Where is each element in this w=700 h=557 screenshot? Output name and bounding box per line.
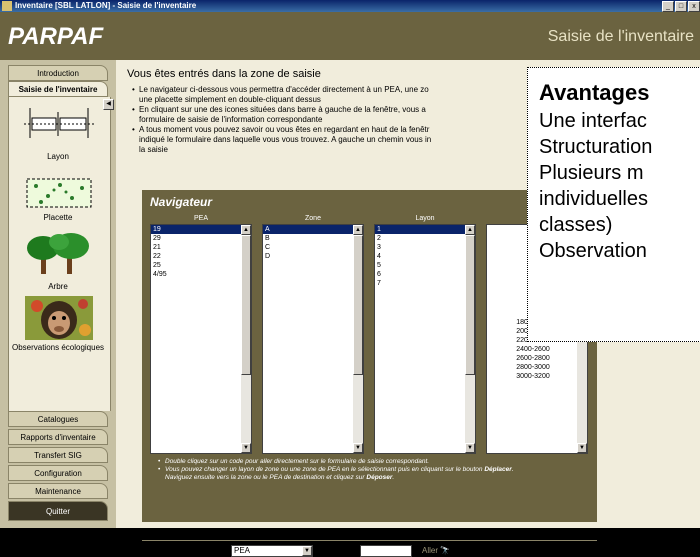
scroll-thumb[interactable] — [353, 235, 363, 375]
section-heading: Vous êtes entrés dans la zone de saisie — [127, 68, 321, 80]
app-header: PARPAF Saisie de l'inventaire — [0, 12, 700, 60]
scroll-thumb[interactable] — [465, 235, 475, 375]
list-item[interactable]: 21 — [151, 243, 241, 252]
list-item[interactable]: 7 — [375, 279, 465, 288]
list-item[interactable]: 1 — [375, 225, 465, 234]
list-item[interactable]: 25 — [151, 261, 241, 270]
list-item[interactable]: 29 — [151, 234, 241, 243]
scroll-down-icon[interactable]: ▼ — [241, 443, 251, 453]
tab-catalogues[interactable]: Catalogues — [8, 411, 108, 427]
vertical-scrollbar[interactable]: ▲▼ — [353, 225, 363, 453]
restore-button[interactable]: □ — [675, 1, 687, 12]
page-title: Saisie de l'inventaire — [547, 28, 694, 45]
advantage-line: Plusieurs m — [539, 162, 644, 184]
advantages-title: Avantages — [539, 80, 650, 105]
column-header: Zone — [305, 215, 321, 222]
binoculars-icon: 🔭 — [440, 546, 451, 555]
list-item[interactable]: 6 — [375, 270, 465, 279]
list-item[interactable]: 5 — [375, 261, 465, 270]
navigator-list[interactable]: A B C D ▲ ▼ — [262, 224, 364, 454]
scroll-down-icon[interactable]: ▼ — [353, 443, 363, 453]
layon-icon[interactable] — [22, 104, 96, 146]
tab-introduction[interactable]: Introduction — [8, 65, 108, 81]
navigator-title: Navigateur — [150, 195, 213, 209]
list-item[interactable]: 3 — [375, 243, 465, 252]
advantage-line: classes) — [539, 214, 613, 236]
tab-rapports-inventaire[interactable]: Rapports d'inventaire — [8, 429, 108, 445]
instructions: Le navigateur ci-dessous vous permettra … — [132, 85, 537, 155]
list-item[interactable]: 2800-3000 — [487, 363, 577, 372]
tab-saisie-inventaire[interactable]: Saisie de l'inventaire — [8, 81, 108, 97]
placette-label: Placette — [43, 213, 73, 222]
chevron-down-icon[interactable]: ▼ — [302, 546, 312, 556]
navigator-notes: Double cliquez sur un code pour aller di… — [158, 458, 588, 482]
window-title: Inventaire [SBL LATLON] - Saisie de l'in… — [15, 1, 197, 10]
scroll-up-icon[interactable]: ▲ — [241, 225, 251, 235]
list-item[interactable]: B — [263, 234, 353, 243]
observations-label: Observations écologiques — [11, 343, 105, 352]
advantage-line: Une interfac — [539, 110, 647, 132]
list-item[interactable]: 2 — [375, 234, 465, 243]
advantage-line: individuelles — [539, 188, 648, 210]
list-item[interactable]: C — [263, 243, 353, 252]
aller-button[interactable]: Aller 🔭 — [422, 546, 450, 555]
app-icon — [2, 1, 12, 11]
number-label: de numéro — [321, 546, 360, 555]
list-item[interactable]: 2600-2800 — [487, 354, 577, 363]
tab-transfert-sig[interactable]: Transfert SIG — [8, 447, 108, 463]
access-type-select[interactable]: PEA ▼ — [231, 545, 313, 557]
access-label: Accès direct à un(e) — [152, 546, 224, 555]
vertical-scrollbar[interactable]: ▲▼ — [465, 225, 475, 453]
window-titlebar: Inventaire [SBL LATLON] - Saisie de l'in… — [0, 0, 700, 12]
advantages-overlay: Avantages Une interfac Structuration Plu… — [527, 67, 700, 342]
scroll-up-icon[interactable]: ▲ — [465, 225, 475, 235]
list-item[interactable]: 22 — [151, 252, 241, 261]
quit-button[interactable]: Quitter — [8, 501, 108, 521]
list-item[interactable]: 3000-3200 — [487, 372, 577, 381]
placette-icon[interactable] — [26, 178, 92, 208]
close-button[interactable]: x — [688, 1, 700, 12]
scroll-up-icon[interactable]: ▲ — [353, 225, 363, 235]
column-header: PEA — [193, 215, 208, 222]
tab-maintenance[interactable]: Maintenance — [8, 483, 108, 499]
number-input[interactable] — [360, 545, 412, 557]
arbre-label: Arbre — [48, 282, 68, 291]
navigator-note-2: Vous pouvez changer un layon de zone ou … — [158, 466, 588, 482]
parpaf-logo: PARPAF — [8, 23, 104, 50]
advantage-line: Structuration — [539, 136, 653, 158]
list-item[interactable]: 4 — [375, 252, 465, 261]
instruction-2: En cliquant sur une des icones situées d… — [132, 105, 537, 125]
divider — [142, 540, 597, 541]
minimize-button[interactable]: _ — [662, 1, 674, 12]
sidebar-scroll-arrow[interactable]: ◀ — [103, 99, 114, 110]
list-item[interactable]: A — [263, 225, 353, 234]
scroll-down-icon[interactable]: ▼ — [577, 443, 587, 453]
instruction-3: A tous moment vous pouvez savoir ou vous… — [132, 125, 537, 155]
layon-label: Layon — [47, 152, 69, 161]
navigator-list[interactable]: 1 2 3 4 5 6 7 ▲ ▼ — [374, 224, 476, 454]
list-item[interactable]: D — [263, 252, 353, 261]
tree-icon[interactable] — [25, 232, 91, 276]
list-item[interactable]: 4/95 — [151, 270, 241, 279]
list-item[interactable]: 19 — [151, 225, 241, 234]
advantage-line: Observation — [539, 240, 647, 262]
tab-configuration[interactable]: Configuration — [8, 465, 108, 481]
navigator-note-1: Double cliquez sur un code pour aller di… — [158, 458, 588, 466]
instruction-1: Le navigateur ci-dessous vous permettra … — [132, 85, 537, 105]
scroll-down-icon[interactable]: ▼ — [465, 443, 475, 453]
chimpanzee-icon[interactable] — [25, 296, 93, 340]
vertical-scrollbar[interactable]: ▲▼ — [241, 225, 251, 453]
navigator-list[interactable]: 19 29 21 22 25 4/95 ▲ ▼ — [150, 224, 252, 454]
list-item[interactable]: 2400-2600 — [487, 345, 577, 354]
scroll-thumb[interactable] — [241, 235, 251, 375]
sidebar: Introduction Saisie de l'inventaire ◀ La… — [0, 60, 116, 528]
column-header: Layon — [415, 215, 435, 222]
